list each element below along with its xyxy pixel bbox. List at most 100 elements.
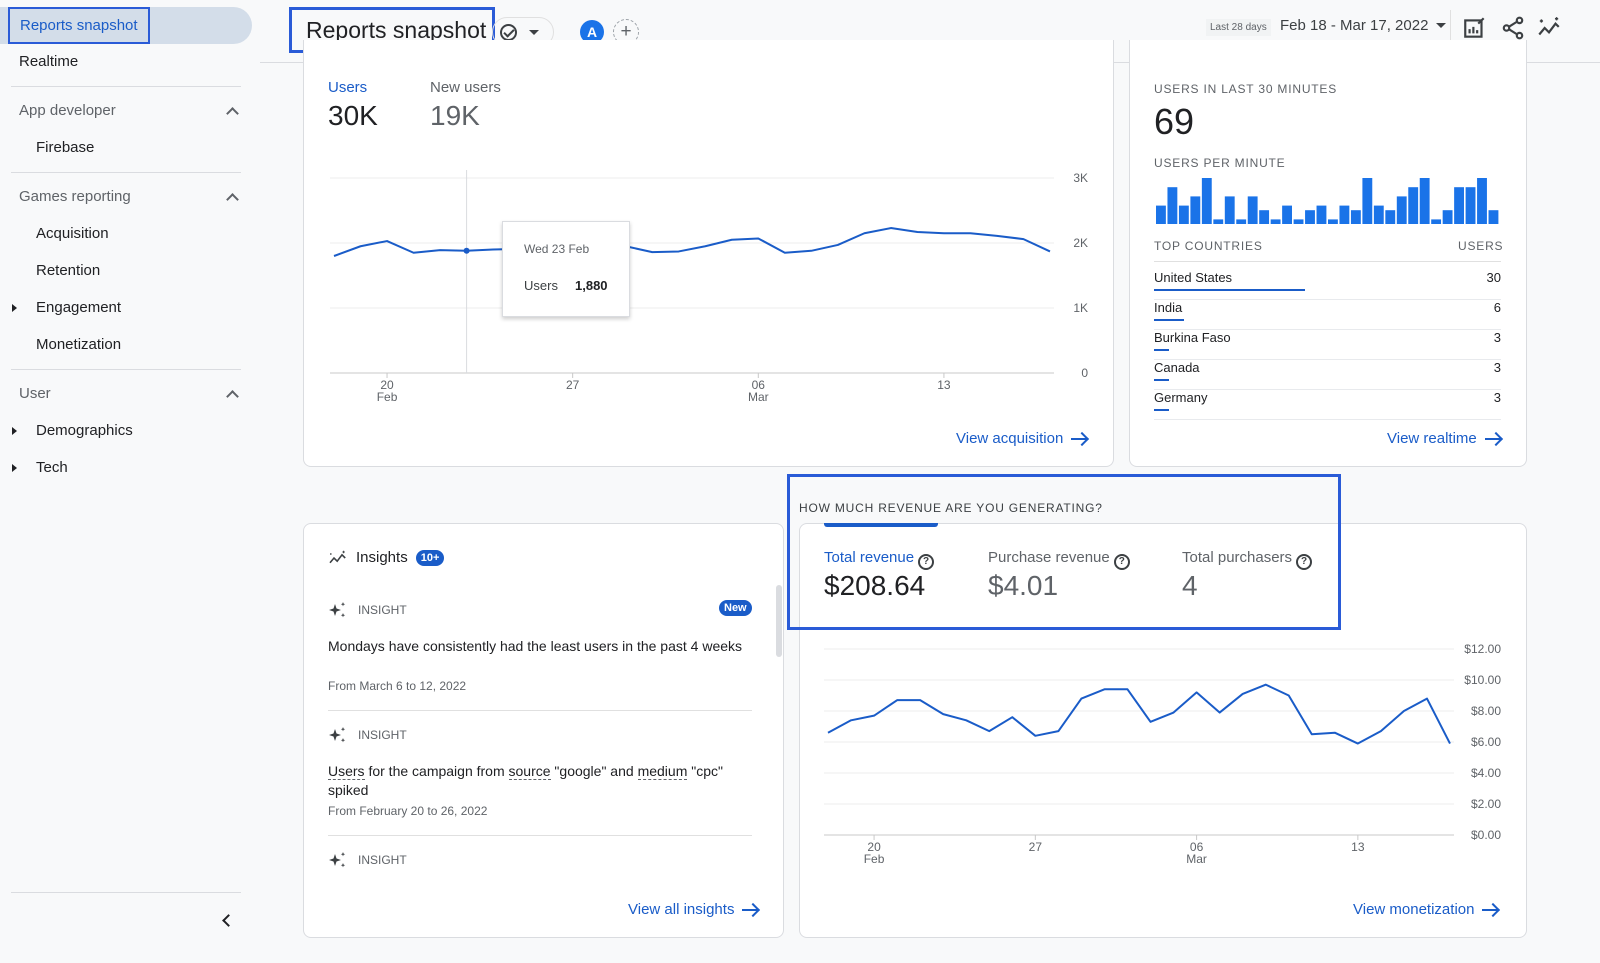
- expand-arrow-icon[interactable]: [12, 304, 17, 312]
- new-badge: New: [719, 600, 752, 616]
- dimension-term[interactable]: Users: [328, 763, 365, 780]
- series-line: [827, 683, 1451, 745]
- sidebar-item-monetization[interactable]: Monetization: [36, 336, 121, 353]
- expand-arrow-icon[interactable]: [12, 464, 17, 472]
- sidebar-item-reports-snapshot-label[interactable]: Reports snapshot: [8, 7, 150, 44]
- view-acquisition-link[interactable]: View acquisition: [956, 430, 1088, 447]
- country-row[interactable]: India 6: [1154, 300, 1501, 330]
- sidebar-divider: [11, 86, 241, 87]
- insight-kicker-label: INSIGHT: [358, 603, 407, 617]
- country-share-bar: [1154, 289, 1305, 291]
- insight-date: From February 20 to 26, 2022: [328, 804, 488, 818]
- country-name: Canada: [1154, 360, 1200, 375]
- sparkle-icon: [329, 602, 346, 618]
- sidebar-section-games-reporting[interactable]: Games reporting: [19, 188, 241, 206]
- view-realtime-link[interactable]: View realtime: [1387, 430, 1501, 447]
- country-row[interactable]: Burkina Faso 3: [1154, 330, 1501, 360]
- realtime-title: USERS IN LAST 30 MINUTES: [1154, 82, 1338, 96]
- country-users: 3: [1493, 360, 1501, 375]
- series-line: [333, 227, 1051, 257]
- chevron-up-icon[interactable]: [226, 389, 239, 403]
- y-tick-label: $0.00: [1471, 828, 1501, 842]
- insights-header: Insights 10+: [328, 549, 445, 566]
- share-icon[interactable]: [1500, 15, 1526, 41]
- country-row[interactable]: Canada 3: [1154, 360, 1501, 390]
- expand-arrow-icon[interactable]: [12, 427, 17, 435]
- insight-text-part: for the campaign from: [364, 763, 509, 779]
- insights-scrollbar[interactable]: [776, 585, 782, 657]
- check-circle-icon: [500, 23, 517, 41]
- chart-tooltip: Wed 23 Feb Users 1,880: [502, 221, 630, 317]
- insight-text[interactable]: Mondays have consistently had the least …: [328, 637, 748, 656]
- sidebar-item-tech[interactable]: Tech: [36, 459, 68, 476]
- per-minute-bar: [1488, 210, 1499, 224]
- per-minute-bar: [1270, 219, 1281, 224]
- per-minute-bar: [1190, 196, 1201, 224]
- per-minute-bar: [1224, 196, 1235, 224]
- insight-date: From March 6 to 12, 2022: [328, 679, 467, 693]
- chevron-up-icon[interactable]: [226, 106, 239, 120]
- per-minute-bar: [1236, 219, 1247, 224]
- per-minute-bar: [1408, 187, 1419, 224]
- y-tick-label: 3K: [1073, 171, 1088, 185]
- caret-down-icon: [1436, 23, 1447, 28]
- y-tick-label: $4.00: [1471, 766, 1501, 780]
- y-tick-label: 0: [1081, 366, 1088, 380]
- arrow-right-icon: [1484, 437, 1501, 440]
- per-minute-bar: [1465, 187, 1476, 224]
- per-minute-bar: [1373, 205, 1384, 224]
- country-row[interactable]: Germany 3: [1154, 390, 1501, 420]
- dimension-term[interactable]: source: [508, 763, 551, 780]
- insights-icon[interactable]: [1536, 15, 1562, 41]
- sidebar-item-firebase[interactable]: Firebase: [36, 139, 94, 156]
- insight-kicker: INSIGHT: [328, 726, 407, 744]
- top-countries-header: TOP COUNTRIES: [1154, 239, 1263, 253]
- date-range-picker[interactable]: Feb 18 - Mar 17, 2022: [1280, 17, 1447, 34]
- insight-kicker: INSIGHT: [328, 851, 407, 869]
- table-divider: [1154, 261, 1501, 262]
- per-minute-bar: [1362, 178, 1373, 224]
- tooltip-date: Wed 23 Feb: [524, 242, 590, 256]
- insight-text[interactable]: Users for the campaign from source "goog…: [328, 762, 748, 800]
- metric-tab-users[interactable]: Users: [328, 79, 367, 96]
- link-label: View realtime: [1387, 430, 1477, 447]
- sidebar-item-retention[interactable]: Retention: [36, 262, 100, 279]
- insight-divider: [328, 835, 752, 836]
- country-users: 3: [1493, 330, 1501, 345]
- x-tick-label: 13: [937, 378, 951, 392]
- sidebar-item-demographics[interactable]: Demographics: [36, 422, 133, 439]
- x-tick-sublabel: Feb: [864, 852, 885, 866]
- x-tick-sublabel: Mar: [748, 390, 769, 404]
- sidebar-item-acquisition[interactable]: Acquisition: [36, 225, 109, 242]
- insight-divider: [328, 710, 752, 711]
- sidebar-section-app-developer[interactable]: App developer: [19, 102, 241, 120]
- per-minute-bar: [1328, 219, 1338, 224]
- section-label: App developer: [19, 102, 116, 119]
- sparkle-icon: [329, 727, 346, 743]
- chevron-up-icon[interactable]: [226, 192, 239, 206]
- country-row[interactable]: United States 30: [1154, 270, 1501, 300]
- sidebar-item-engagement[interactable]: Engagement: [36, 299, 121, 316]
- y-tick-label: 2K: [1073, 236, 1088, 250]
- per-minute-bar: [1305, 210, 1315, 224]
- metric-value-users: 30K: [328, 100, 378, 131]
- sparkle-icon: [329, 852, 346, 868]
- dimension-term[interactable]: medium: [637, 763, 688, 780]
- sidebar-section-user[interactable]: User: [19, 385, 241, 403]
- country-users: 6: [1493, 300, 1501, 315]
- insights-title: Insights: [356, 549, 408, 566]
- view-all-insights-link[interactable]: View all insights: [628, 901, 759, 918]
- users-line-chart: 01K2K3K20Feb27 06Mar13: [330, 170, 1088, 404]
- insight-kicker: INSIGHT: [328, 601, 407, 619]
- revenue-line-chart: $0.00$2.00$4.00$6.00$8.00$10.00$12.0020F…: [824, 642, 1501, 866]
- view-monetization-link[interactable]: View monetization: [1353, 901, 1499, 918]
- y-tick-label: $2.00: [1471, 797, 1501, 811]
- metric-value-new-users: 19K: [430, 100, 480, 131]
- metric-tab-new-users[interactable]: New users: [430, 79, 501, 96]
- customize-report-icon[interactable]: [1462, 15, 1488, 41]
- per-minute-bar: [1213, 219, 1224, 224]
- collapse-sidebar-button[interactable]: [216, 910, 236, 930]
- sidebar-item-realtime[interactable]: Realtime: [19, 53, 78, 70]
- per-minute-bar: [1316, 205, 1327, 224]
- per-minute-bar: [1477, 178, 1487, 224]
